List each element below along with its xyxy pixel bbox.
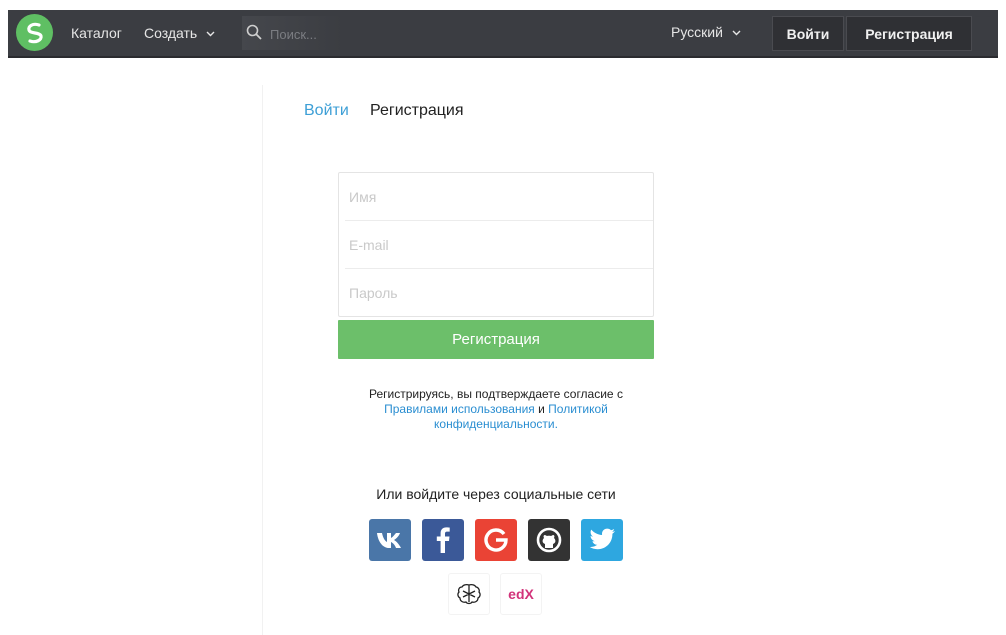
search-input[interactable] [268,23,352,45]
facebook-login-button[interactable] [422,519,464,561]
registration-form [338,172,654,317]
header-login-button[interactable]: Войти [772,16,844,51]
register-submit-label: Регистрация [452,331,540,348]
brain-icon [457,583,481,605]
terms-period: . [554,417,558,431]
language-label: Русский [671,24,723,40]
email-field[interactable] [339,221,653,268]
tab-login-label: Войти [304,102,349,119]
tab-login[interactable]: Войти [304,102,349,120]
terms-of-use-link[interactable]: Правилами использования [384,402,535,416]
terms-notice: Регистрируясь, вы подтверждаете согласие… [338,387,654,432]
brain-login-button[interactable] [448,573,490,615]
header-login-label: Войти [786,25,830,42]
language-selector[interactable]: Русский [671,24,741,40]
chevron-down-icon [206,31,215,37]
nav-create-label: Создать [144,25,198,41]
name-field[interactable] [339,173,653,220]
vk-login-button[interactable] [369,519,411,561]
header-register-button[interactable]: Регистрация [846,16,972,51]
search-icon [246,24,262,40]
facebook-icon [436,527,450,553]
content-divider [262,85,263,635]
privacy-policy-link-part1[interactable]: Политикой [548,402,608,416]
password-field[interactable] [339,269,653,316]
github-icon [536,527,562,553]
twitter-login-button[interactable] [581,519,623,561]
nav-catalog-label: Каталог [71,25,122,41]
privacy-policy-link-part2[interactable]: конфиденциальности [434,417,555,431]
google-login-button[interactable] [475,519,517,561]
edx-icon: edX [508,586,534,602]
search-box[interactable] [242,16,352,50]
google-icon [484,528,508,552]
logo-icon[interactable] [16,14,53,51]
nav-catalog-link[interactable]: Каталог [71,24,122,42]
vk-icon [377,533,401,548]
chevron-down-icon [732,30,741,36]
header-register-label: Регистрация [865,25,953,42]
twitter-icon [589,528,615,550]
register-submit-button[interactable]: Регистрация [338,320,654,359]
terms-text: Регистрируясь, вы подтверждаете согласие… [369,387,623,401]
top-navigation-bar: Каталог Создать Русский Войти Регистраци… [8,10,998,58]
social-login-title: Или войдите через социальные сети [376,486,616,502]
nav-create-menu[interactable]: Создать [144,24,215,42]
tab-register-label: Регистрация [370,102,464,119]
github-login-button[interactable] [528,519,570,561]
terms-and-text: и [538,402,545,416]
tab-register[interactable]: Регистрация [370,102,464,120]
edx-login-button[interactable]: edX [500,573,542,615]
